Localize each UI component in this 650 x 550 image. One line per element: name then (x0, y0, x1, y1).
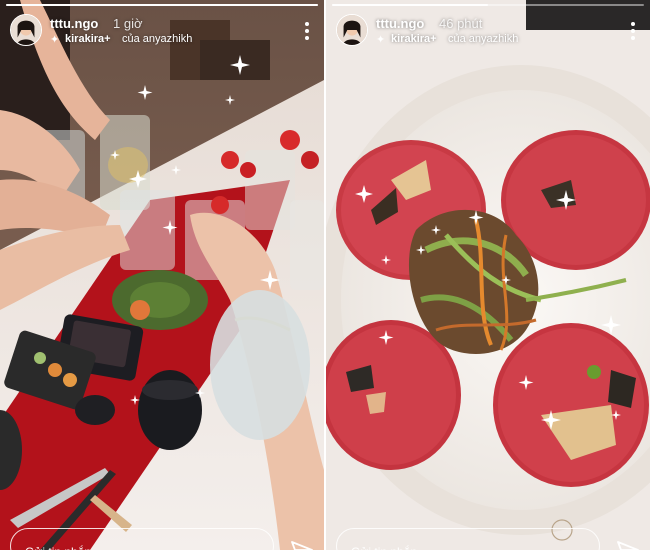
avatar[interactable] (10, 14, 42, 46)
avatar[interactable] (336, 14, 368, 46)
story-photo-beef-carpaccio (326, 0, 650, 550)
effect-name[interactable]: kirakira+ (65, 33, 111, 45)
username[interactable]: tttu.ngo (376, 16, 424, 31)
sparkle-icon: ✦ (376, 34, 386, 46)
story-timestamp: 1 giờ (113, 16, 143, 31)
story-panel-right[interactable]: tttu.ngo 46 phút ✦ kirakira+ của anyazhi… (326, 0, 650, 550)
story-photo-toast (0, 0, 324, 550)
story-progress-fill (6, 4, 318, 6)
more-options-icon[interactable] (304, 22, 310, 40)
story-header: tttu.ngo 1 giờ ✦ kirakira+ của anyazhikh (10, 12, 316, 52)
story-timestamp: 46 phút (439, 16, 483, 31)
story-panel-left[interactable]: tttu.ngo 1 giờ ✦ kirakira+ của anyazhikh (0, 0, 324, 550)
reply-message-input[interactable] (336, 528, 600, 550)
send-paper-plane-icon[interactable] (616, 540, 640, 550)
story-progress-bar (332, 4, 644, 6)
effect-credit[interactable]: của anyazhikh (122, 33, 192, 45)
reply-message-input[interactable] (10, 528, 274, 550)
effect-credit[interactable]: của anyazhikh (448, 33, 518, 45)
story-progress-bar (6, 4, 318, 6)
sparkle-icon: ✦ (50, 34, 60, 46)
more-options-icon[interactable] (630, 22, 636, 40)
send-paper-plane-icon[interactable] (290, 540, 314, 550)
username[interactable]: tttu.ngo (50, 16, 98, 31)
story-header: tttu.ngo 46 phút ✦ kirakira+ của anyazhi… (336, 12, 642, 52)
story-progress-fill (332, 4, 488, 6)
effect-name[interactable]: kirakira+ (391, 33, 437, 45)
